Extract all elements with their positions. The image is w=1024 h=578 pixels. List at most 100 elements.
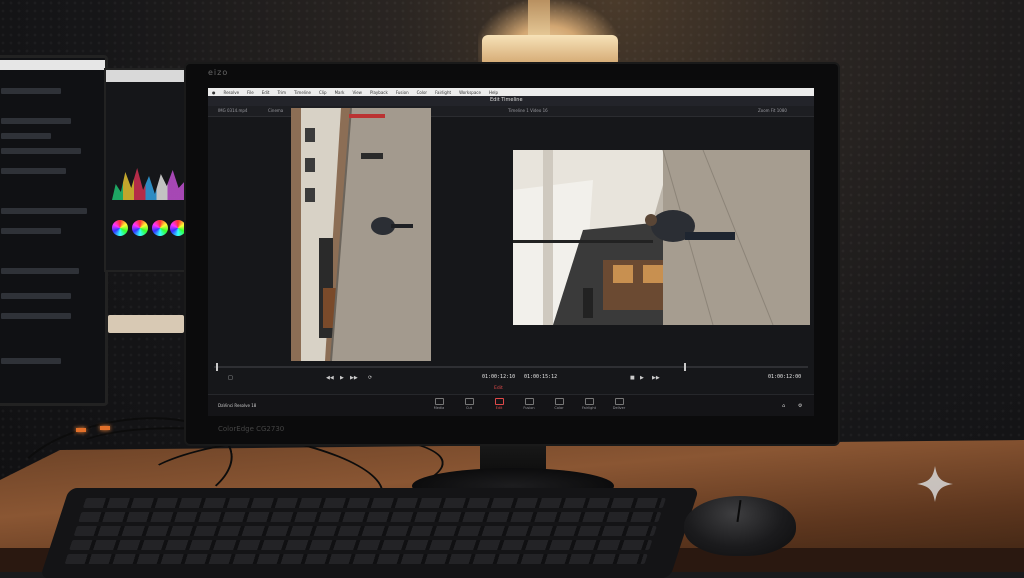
page-navigation: DaVinci Resolve 18 Media Cut Edit Fusion… [208, 394, 814, 416]
tab-media[interactable]: Media [424, 398, 454, 410]
app-status: DaVinci Resolve 18 [218, 403, 257, 408]
lamp-shade [482, 35, 618, 63]
menu-item[interactable]: Color [417, 90, 427, 95]
window-title: Edit Timeline [490, 97, 523, 103]
menu-item[interactable]: Help [489, 90, 498, 95]
tab-label: Edit [495, 406, 503, 410]
edit-mode-button[interactable]: Edit [494, 386, 503, 391]
source-mode[interactable]: Cinema [268, 108, 283, 113]
timeline-label[interactable]: Timeline 1 Video 16 [508, 108, 548, 113]
tab-edit[interactable]: Edit [484, 398, 514, 410]
tab-fairlight[interactable]: Fairlight [574, 398, 604, 410]
key-row [73, 526, 657, 536]
menu-item[interactable]: View [352, 90, 362, 95]
main-monitor: eizo ColorEdge CG2730 ● Resolve File Edi… [186, 64, 838, 444]
lamp-stem [528, 0, 550, 36]
menu-item[interactable]: Timeline [294, 90, 311, 95]
left-monitor-menubar [0, 60, 105, 70]
monitor-logo: eizo [208, 68, 229, 77]
tab-label: Color [554, 406, 564, 410]
edit-icon [494, 398, 504, 405]
timeline-playhead[interactable] [684, 363, 686, 371]
color-wheel-icon [152, 220, 168, 236]
apple-icon[interactable]: ● [212, 90, 216, 95]
transport-controls: □ ◀◀ ▶ ▶▶ ⟳ 01:00:12:10 01:00:15:12 ■ ▶ … [208, 374, 814, 384]
menu-item[interactable]: Workspace [459, 90, 481, 95]
menu-item[interactable]: File [247, 90, 254, 95]
source-frame-image [291, 108, 431, 361]
left-monitor-row [1, 358, 61, 364]
deliver-icon [614, 398, 624, 405]
timeline-fast-forward-icon[interactable]: ▶▶ [652, 375, 660, 381]
key-row [64, 554, 648, 564]
color-wheel-icon [132, 220, 148, 236]
left-monitor-row [1, 88, 61, 94]
keyboard [40, 488, 700, 578]
tab-cut[interactable]: Cut [454, 398, 484, 410]
timeline-play-icon[interactable]: ▶ [640, 375, 644, 381]
status-led [76, 428, 86, 432]
left-monitor-row [1, 168, 66, 174]
settings-icon[interactable]: ⚙ [798, 403, 802, 409]
left-monitor-row [1, 293, 71, 299]
menu-item[interactable]: Clip [319, 90, 327, 95]
sparkle-icon [917, 466, 953, 502]
media-icon [434, 398, 444, 405]
menu-item[interactable]: Resolve [224, 90, 240, 95]
scopes-monitor-menubar [106, 70, 190, 82]
menu-item[interactable]: Mark [335, 90, 345, 95]
key-row [82, 498, 666, 508]
tab-fusion[interactable]: Fusion [514, 398, 544, 410]
color-wheel-icon [170, 220, 186, 236]
tab-label: Cut [465, 406, 473, 410]
fast-forward-icon[interactable]: ▶▶ [350, 375, 358, 381]
tab-label: Deliver [612, 406, 626, 410]
timeline-frame-image [513, 150, 810, 325]
status-led [100, 426, 110, 430]
key-row [69, 540, 653, 550]
window-title-bar: Edit Timeline [208, 96, 814, 106]
tab-label: Fusion [523, 406, 535, 410]
scopes-monitor [104, 68, 192, 272]
color-wheel-icon [112, 220, 128, 236]
key-row [78, 512, 662, 522]
tab-label: Fairlight [581, 406, 596, 410]
clip-icon[interactable]: □ [228, 375, 233, 381]
fusion-icon [524, 398, 534, 405]
tab-deliver[interactable]: Deliver [604, 398, 634, 410]
loop-icon[interactable]: ⟳ [368, 375, 372, 381]
tab-color[interactable]: Color [544, 398, 574, 410]
left-monitor-row [1, 268, 79, 274]
source-viewer[interactable] [291, 108, 431, 361]
menu-item[interactable]: Edit [262, 90, 270, 95]
left-monitor-row [1, 208, 87, 214]
left-monitor-row [1, 313, 71, 319]
waveform-scope [112, 168, 186, 200]
home-icon[interactable]: ⌂ [782, 403, 785, 409]
source-timecode: 01:00:12:10 [482, 374, 516, 380]
play-icon[interactable]: ▶ [340, 375, 344, 381]
stop-icon[interactable]: ■ [630, 375, 635, 381]
tab-label: Media [433, 406, 445, 410]
timeline-scrubber[interactable] [214, 363, 808, 371]
menu-item[interactable]: Playback [370, 90, 388, 95]
fairlight-icon [584, 398, 594, 405]
editing-app-screen: ● Resolve File Edit Trim Timeline Clip M… [208, 88, 814, 416]
cut-icon [464, 398, 474, 405]
timeline-viewer[interactable] [513, 150, 810, 325]
color-icon [554, 398, 564, 405]
record-timecode: 01:00:15:12 [524, 374, 558, 380]
menu-item[interactable]: Trim [277, 90, 286, 95]
left-monitor-row [1, 228, 61, 234]
source-playhead[interactable] [216, 363, 218, 371]
left-monitor-row [1, 148, 81, 154]
menu-item[interactable]: Fusion [396, 90, 409, 95]
left-monitor-row [1, 118, 71, 124]
menu-bar: ● Resolve File Edit Trim Timeline Clip M… [208, 88, 814, 96]
rewind-icon[interactable]: ◀◀ [326, 375, 334, 381]
source-clip-name[interactable]: IMG 0314.mp4 [218, 108, 247, 113]
zoom-selector[interactable]: Zoom Fit 1080 [758, 108, 787, 113]
left-monitor [0, 55, 108, 406]
menu-item[interactable]: Fairlight [435, 90, 451, 95]
book-on-shelf [108, 315, 184, 333]
